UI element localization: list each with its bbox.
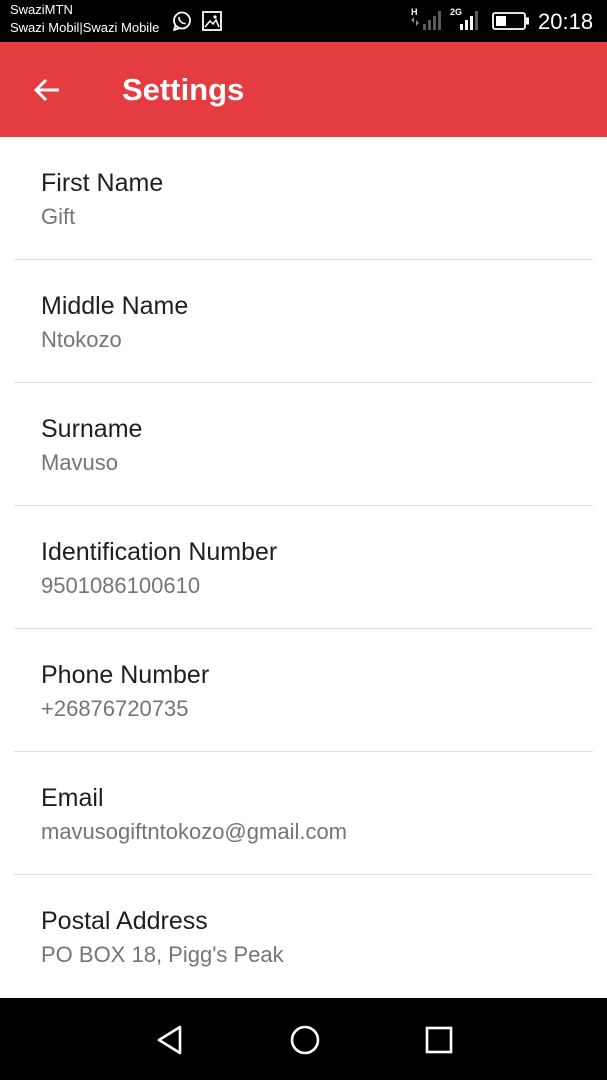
signal-icon: 2G [450,7,478,30]
setting-value: PO BOX 18, Pigg's Peak [41,942,284,967]
nav-home-button[interactable] [283,1018,327,1062]
carrier-primary: SwaziMTN [10,2,73,17]
setting-identification-number[interactable]: Identification Number 9501086100610 [0,506,607,629]
setting-label: Identification Number [41,538,278,566]
arrow-left-icon [33,78,59,102]
setting-value: Ntokozo [41,327,122,352]
setting-label: Middle Name [41,292,189,320]
setting-label: Postal Address [41,907,208,935]
back-button[interactable] [22,66,72,114]
setting-middle-name[interactable]: Middle Name Ntokozo [0,260,607,383]
setting-value: 9501086100610 [41,573,201,598]
nav-recents-button[interactable] [417,1018,461,1062]
setting-value: Mavuso [41,450,119,475]
setting-first-name[interactable]: First Name Gift [0,137,607,260]
setting-label: Phone Number [41,661,210,689]
recents-square-icon [425,1026,453,1054]
setting-value: mavusogiftntokozo@gmail.com [41,819,348,844]
app-bar: Settings [0,42,607,137]
setting-label: First Name [41,169,164,197]
clock: 20:18 [538,9,594,34]
status-bar: SwaziMTN Swazi Mobil|Swazi Mobile H 2G 2… [0,0,607,42]
setting-value: Gift [41,204,76,229]
network-type-h: H [411,7,418,17]
back-triangle-icon [157,1025,182,1055]
network-type-2g: 2G [450,7,462,17]
setting-label: Surname [41,415,143,443]
battery-icon [492,12,529,30]
setting-email[interactable]: Email mavusogiftntokozo@gmail.com [0,752,607,875]
home-circle-icon [290,1025,320,1055]
setting-label: Email [41,784,104,812]
signal-icon: H [411,7,441,30]
setting-phone-number[interactable]: Phone Number +26876720735 [0,629,607,752]
carrier-secondary: Swazi Mobil|Swazi Mobile [10,20,160,35]
setting-value: +26876720735 [41,696,189,721]
gallery-icon [202,11,222,31]
nav-back-button[interactable] [148,1018,192,1062]
settings-list: First Name Gift Middle Name Ntokozo Surn… [0,137,607,998]
setting-postal-address[interactable]: Postal Address PO BOX 18, Pigg's Peak [0,875,607,998]
navigation-bar [0,998,607,1080]
whatsapp-icon [173,11,191,31]
page-title: Settings [122,72,245,107]
setting-surname[interactable]: Surname Mavuso [0,383,607,506]
